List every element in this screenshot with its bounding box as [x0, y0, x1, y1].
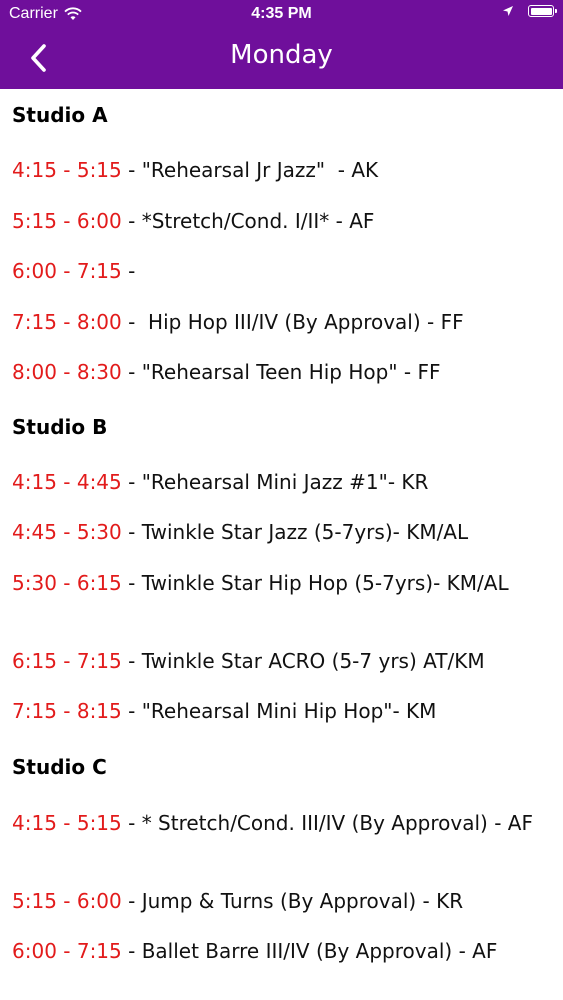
class-description: - Twinkle Star ACRO (5-7 yrs) AT/KM: [121, 649, 485, 673]
class-description: - * Stretch/Cond. III/IV (By Approval) -…: [121, 811, 533, 835]
class-row: 8:00 - 8:30 - "Rehearsal Teen Hip Hop" -…: [12, 358, 557, 387]
class-row: 5:15 - 6:00 - Jump & Turns (By Approval)…: [12, 887, 557, 916]
class-row: 4:15 - 4:45 - "Rehearsal Mini Jazz #1"- …: [12, 468, 557, 497]
status-bar: Carrier 4:35 PM: [0, 0, 563, 30]
top-bar: Carrier 4:35 PM Monday: [0, 0, 563, 89]
class-time: 7:15 - 8:15: [12, 699, 122, 723]
class-row: 5:15 - 6:00 - *Stretch/Cond. I/II* - AF: [12, 207, 557, 236]
studio-heading: Studio C: [12, 755, 107, 779]
battery-fill: [530, 7, 552, 15]
class-time: 5:30 - 6:15: [12, 571, 122, 595]
class-time: 4:15 - 5:15: [12, 158, 122, 182]
class-time: 4:15 - 4:45: [12, 470, 122, 494]
class-row: 6:00 - 7:15 -: [12, 257, 557, 286]
class-description: - "Rehearsal Teen Hip Hop" - FF: [121, 360, 441, 384]
class-description: - "Rehearsal Jr Jazz" - AK: [121, 158, 379, 182]
class-row: 5:30 - 6:15 - Twinkle Star Hip Hop (5-7y…: [12, 569, 557, 598]
class-row: 4:15 - 5:15 - * Stretch/Cond. III/IV (By…: [12, 809, 557, 838]
class-time: 5:15 - 6:00: [12, 889, 122, 913]
class-row: 7:15 - 8:00 - Hip Hop III/IV (By Approva…: [12, 308, 557, 337]
class-description: - Twinkle Star Jazz (5-7yrs)- KM/AL: [121, 520, 469, 544]
class-description: - Twinkle Star Hip Hop (5-7yrs)- KM/AL: [121, 571, 509, 595]
class-time: 6:00 - 7:15: [12, 939, 122, 963]
class-time: 4:15 - 5:15: [12, 811, 122, 835]
studio-heading: Studio A: [12, 103, 108, 127]
class-time: 7:15 - 8:00: [12, 310, 122, 334]
class-description: - "Rehearsal Mini Hip Hop"- KM: [121, 699, 437, 723]
class-time: 6:00 - 7:15: [12, 259, 122, 283]
class-description: - Hip Hop III/IV (By Approval) - FF: [121, 310, 464, 334]
studio-heading: Studio B: [12, 415, 108, 439]
class-row: 6:15 - 7:15 - Twinkle Star ACRO (5-7 yrs…: [12, 647, 557, 676]
page-title: Monday: [230, 40, 333, 70]
class-row: 7:15 - 8:15 - "Rehearsal Mini Hip Hop"- …: [12, 697, 557, 726]
battery-icon: [528, 5, 557, 17]
schedule-list: Studio A 4:15 - 5:15 - "Rehearsal Jr Jaz…: [0, 89, 563, 1000]
class-time: 5:15 - 6:00: [12, 209, 122, 233]
status-time: 4:35 PM: [251, 5, 312, 22]
class-row: 4:45 - 5:30 - Twinkle Star Jazz (5-7yrs)…: [12, 518, 557, 547]
class-row: 4:15 - 5:15 - "Rehearsal Jr Jazz" - AK: [12, 156, 557, 185]
class-description: - "Rehearsal Mini Jazz #1"- KR: [121, 470, 429, 494]
nav-bar: Monday: [0, 30, 563, 89]
location-arrow-icon: [503, 6, 513, 16]
class-time: 8:00 - 8:30: [12, 360, 122, 384]
class-time: 4:45 - 5:30: [12, 520, 122, 544]
class-description: -: [121, 259, 136, 283]
class-row: 6:00 - 7:15 - Ballet Barre III/IV (By Ap…: [12, 937, 557, 966]
class-time: 6:15 - 7:15: [12, 649, 122, 673]
class-description: - Jump & Turns (By Approval) - KR: [121, 889, 464, 913]
status-right: [502, 5, 557, 17]
class-description: - *Stretch/Cond. I/II* - AF: [121, 209, 375, 233]
class-description: - Ballet Barre III/IV (By Approval) - AF: [121, 939, 498, 963]
